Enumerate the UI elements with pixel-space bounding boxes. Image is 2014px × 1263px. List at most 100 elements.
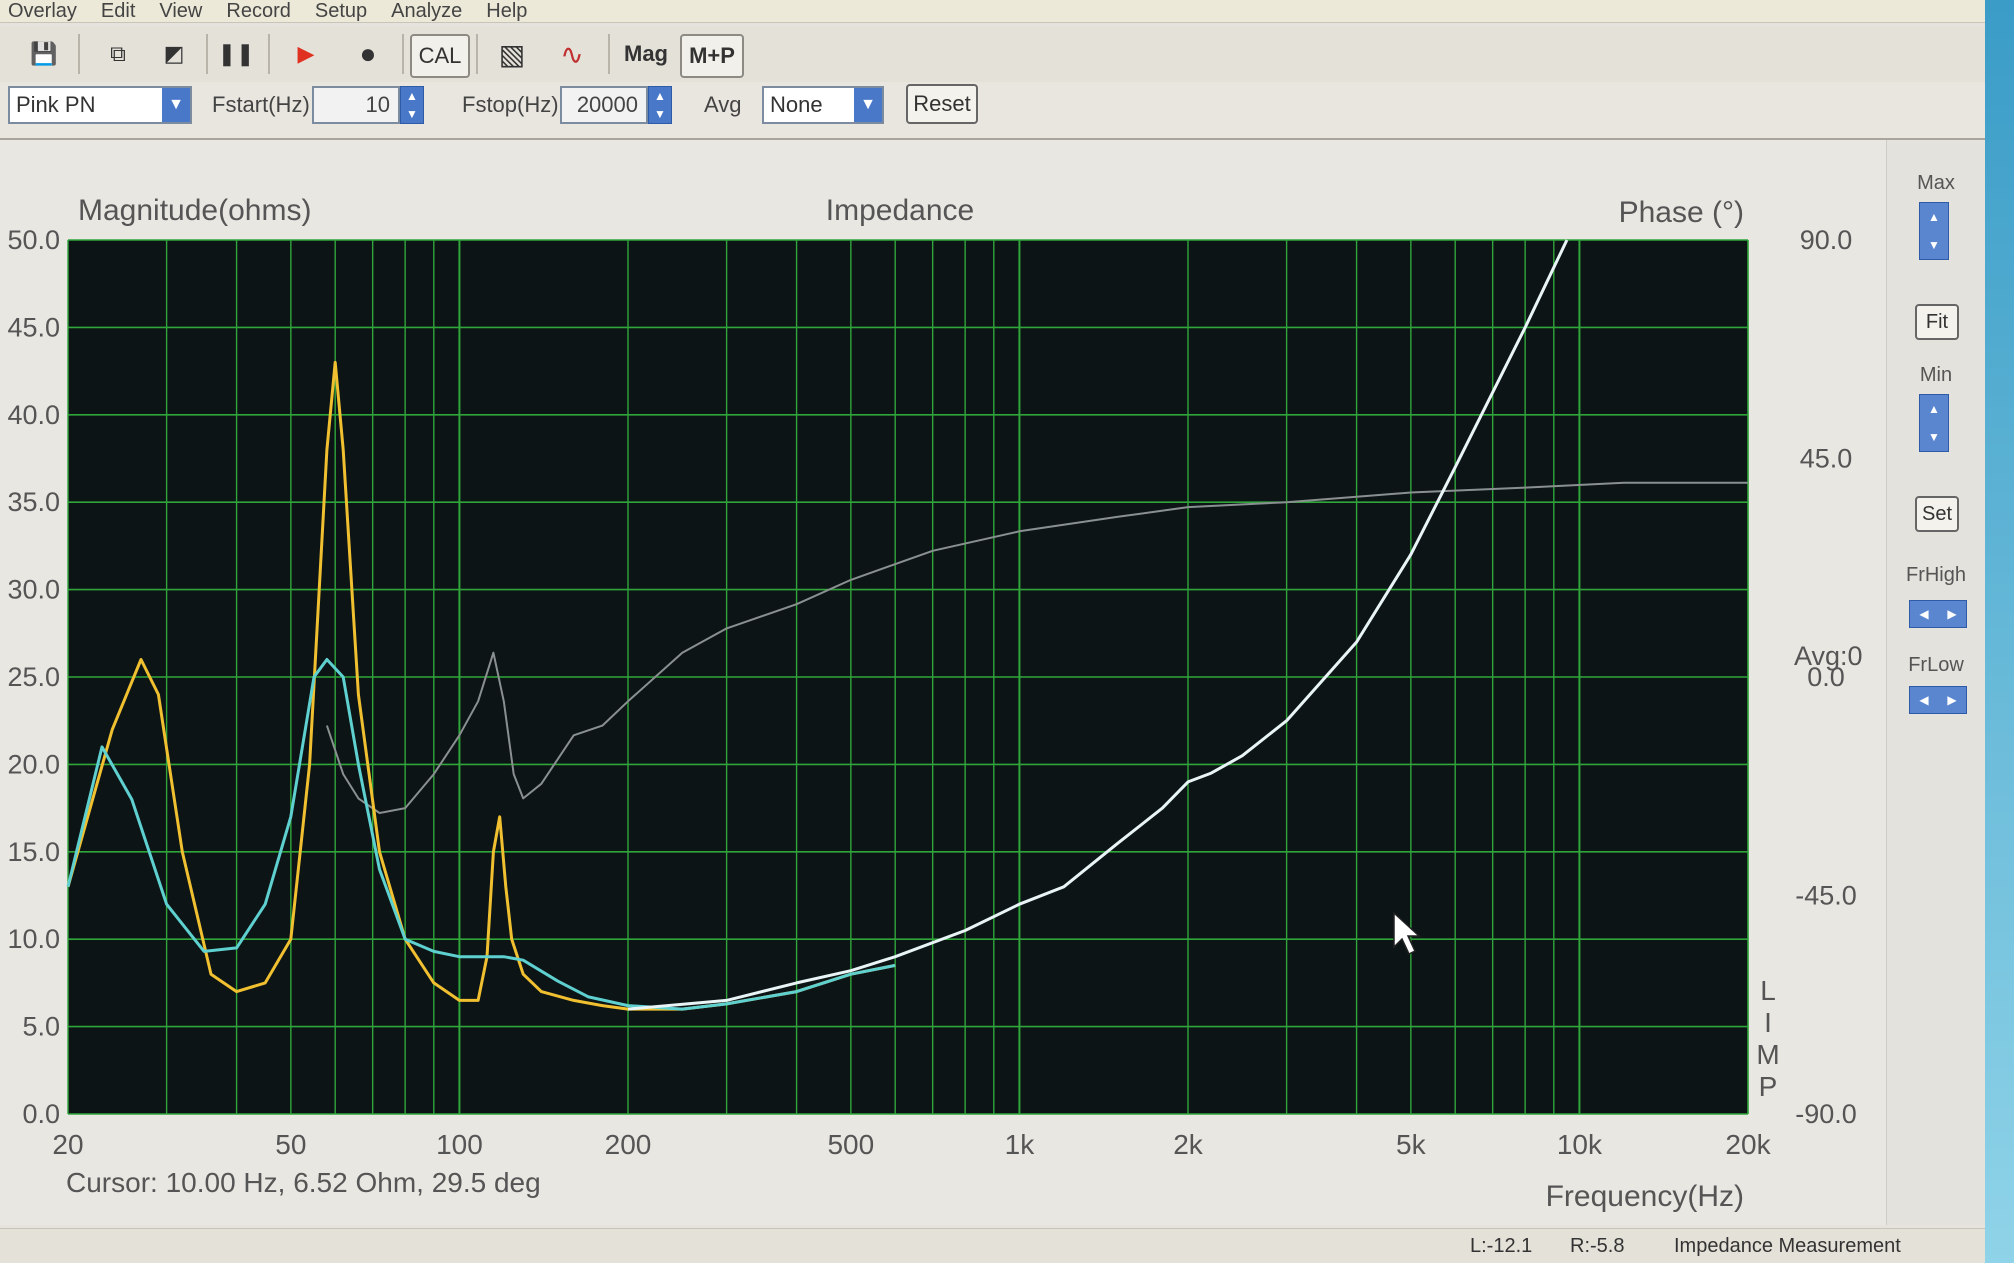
frlow-label: FrLow	[1908, 654, 1964, 676]
signal-select[interactable]: Pink PN ▼	[8, 86, 192, 124]
frlow-spinner[interactable]: ◀ ▶	[1909, 686, 1967, 714]
x-tick-label: 500	[827, 1129, 874, 1160]
copy-icon[interactable]: ⧉	[96, 34, 140, 74]
y-tick-label: 50.0	[7, 225, 60, 255]
x-tick-label: 50	[275, 1129, 306, 1160]
signal-value: Pink PN	[16, 92, 96, 117]
wave-icon[interactable]: ∿	[550, 34, 594, 74]
fit-button[interactable]: Fit	[1915, 304, 1959, 340]
toolbar-separator	[206, 34, 208, 74]
chevron-up-icon: ▲	[654, 89, 666, 103]
menu-bar: Overlay Edit View Record Setup Analyze H…	[0, 0, 1985, 23]
menu-overlay[interactable]: Overlay	[8, 0, 77, 23]
y2-tick-label: -45.0	[1795, 881, 1857, 911]
set-button[interactable]: Set	[1915, 496, 1959, 532]
side-letter: P	[1759, 1071, 1778, 1102]
menu-record[interactable]: Record	[226, 0, 290, 23]
max-spinner[interactable]: ▲ ▼	[1919, 202, 1949, 260]
x-tick-label: 5k	[1396, 1129, 1427, 1160]
chevron-up-icon: ▲	[406, 89, 418, 103]
y-tick-label: 35.0	[7, 487, 60, 517]
desktop-edge	[1985, 0, 2014, 1263]
side-letter: M	[1756, 1039, 1779, 1070]
app-window: Overlay Edit View Record Setup Analyze H…	[0, 0, 1985, 1263]
chevron-up-icon: ▲	[1928, 210, 1940, 224]
side-letter: I	[1764, 1007, 1772, 1038]
plot-panel: 0.0 5.0 10.0 15.0 20.0 25.0 30.0 35.0 40.0 45.0 50…	[0, 140, 1980, 1225]
mag-button[interactable]: Mag	[618, 34, 674, 74]
pause-icon[interactable]: ❚❚	[214, 34, 258, 74]
toolbar-separator	[476, 34, 478, 74]
y-tick-label: 45.0	[7, 312, 60, 342]
x-tick-label: 20	[52, 1129, 83, 1160]
fstop-input[interactable]: 20000	[560, 86, 648, 124]
y2-tick-label: -90.0	[1795, 1099, 1857, 1129]
frhigh-spinner[interactable]: ◀ ▶	[1909, 600, 1967, 628]
menu-edit[interactable]: Edit	[101, 0, 135, 23]
y-tick-label: 5.0	[22, 1012, 60, 1042]
menu-view[interactable]: View	[159, 0, 202, 23]
x-tick-label: 10k	[1557, 1129, 1603, 1160]
x-axis-title: Frequency(Hz)	[1546, 1180, 1744, 1213]
control-bar: Pink PN ▼ Fstart(Hz) 10 ▲ ▼ Fstop(Hz) 200…	[0, 82, 1985, 140]
x-tick-label: 200	[605, 1129, 652, 1160]
fstart-input[interactable]: 10	[312, 86, 400, 124]
toolbar-separator	[268, 34, 270, 74]
impedance-chart[interactable]: 0.0 5.0 10.0 15.0 20.0 25.0 30.0 35.0 40.0 45.0 50…	[0, 140, 1880, 1225]
max-label: Max	[1917, 172, 1955, 194]
y2-axis-title: Phase (°)	[1619, 196, 1744, 229]
status-bar: L:-12.1 R:-5.8 Impedance Measurement	[0, 1228, 1985, 1263]
side-letter: L	[1760, 975, 1776, 1006]
fstart-spinner[interactable]: ▲ ▼	[400, 86, 424, 124]
y-tick-label: 10.0	[7, 924, 60, 954]
menu-setup[interactable]: Setup	[315, 0, 367, 23]
chevron-left-icon: ◀	[1919, 693, 1929, 707]
cal-button[interactable]: CAL	[410, 34, 470, 78]
toolbar-separator	[402, 34, 404, 74]
y-tick-label: 20.0	[7, 749, 60, 779]
toolbar: 💾 ⧉ ◩ ❚❚ ▶ ● CAL ▧ ∿ Mag M+P	[0, 26, 1985, 83]
min-spinner[interactable]: ▲ ▼	[1919, 394, 1949, 452]
chevron-right-icon: ▶	[1947, 607, 1957, 621]
fstop-label: Fstop(Hz)	[462, 92, 559, 117]
edit-icon[interactable]: ◩	[152, 34, 196, 74]
reset-button[interactable]: Reset	[906, 84, 978, 124]
avg-label: Avg	[704, 92, 742, 117]
status-mode: Impedance Measurement	[1674, 1235, 1901, 1257]
side-panel: Max ▲ ▼ Fit Min ▲ ▼ Set FrHigh ◀ ▶ FrLow ◀ ▶	[1886, 140, 1985, 1225]
hatch-icon[interactable]: ▧	[490, 34, 534, 74]
frhigh-label: FrHigh	[1905, 564, 1966, 586]
min-label: Min	[1919, 364, 1953, 386]
chevron-down-icon: ▼	[406, 107, 418, 121]
record-icon[interactable]: ●	[346, 34, 390, 74]
save-icon[interactable]: 💾	[22, 34, 66, 74]
fstop-spinner[interactable]: ▲ ▼	[648, 86, 672, 124]
y-tick-label: 0.0	[22, 1099, 60, 1129]
y-axis-title: Magnitude(ohms)	[78, 194, 311, 227]
mp-button[interactable]: M+P	[680, 34, 744, 78]
y2-tick-label: 45.0	[1800, 444, 1853, 474]
menu-analyze[interactable]: Analyze	[391, 0, 462, 23]
x-tick-label: 100	[436, 1129, 483, 1160]
cursor-readout: Cursor: 10.00 Hz, 6.52 Ohm, 29.5 deg	[66, 1167, 541, 1198]
y2-tick-label: 90.0	[1800, 225, 1853, 255]
chart-title: Impedance	[826, 194, 974, 227]
chevron-up-icon: ▲	[1928, 402, 1940, 416]
x-tick-label: 1k	[1005, 1129, 1036, 1160]
chevron-left-icon: ◀	[1919, 607, 1929, 621]
y-tick-label: 30.0	[7, 575, 60, 605]
y-tick-label: 25.0	[7, 662, 60, 692]
toolbar-separator	[608, 34, 610, 74]
y-tick-label: 40.0	[7, 400, 60, 430]
chevron-down-icon: ▼	[162, 88, 190, 122]
avg-value: None	[770, 92, 823, 117]
chevron-down-icon: ▼	[1928, 430, 1940, 444]
chevron-right-icon: ▶	[1947, 693, 1957, 707]
chevron-down-icon: ▼	[1928, 238, 1940, 252]
avg-select[interactable]: None ▼	[762, 86, 884, 124]
fstart-label: Fstart(Hz)	[212, 92, 310, 117]
chevron-down-icon: ▼	[854, 88, 882, 122]
menu-help[interactable]: Help	[486, 0, 527, 23]
play-icon[interactable]: ▶	[284, 34, 328, 74]
y-tick-label: 15.0	[7, 837, 60, 867]
